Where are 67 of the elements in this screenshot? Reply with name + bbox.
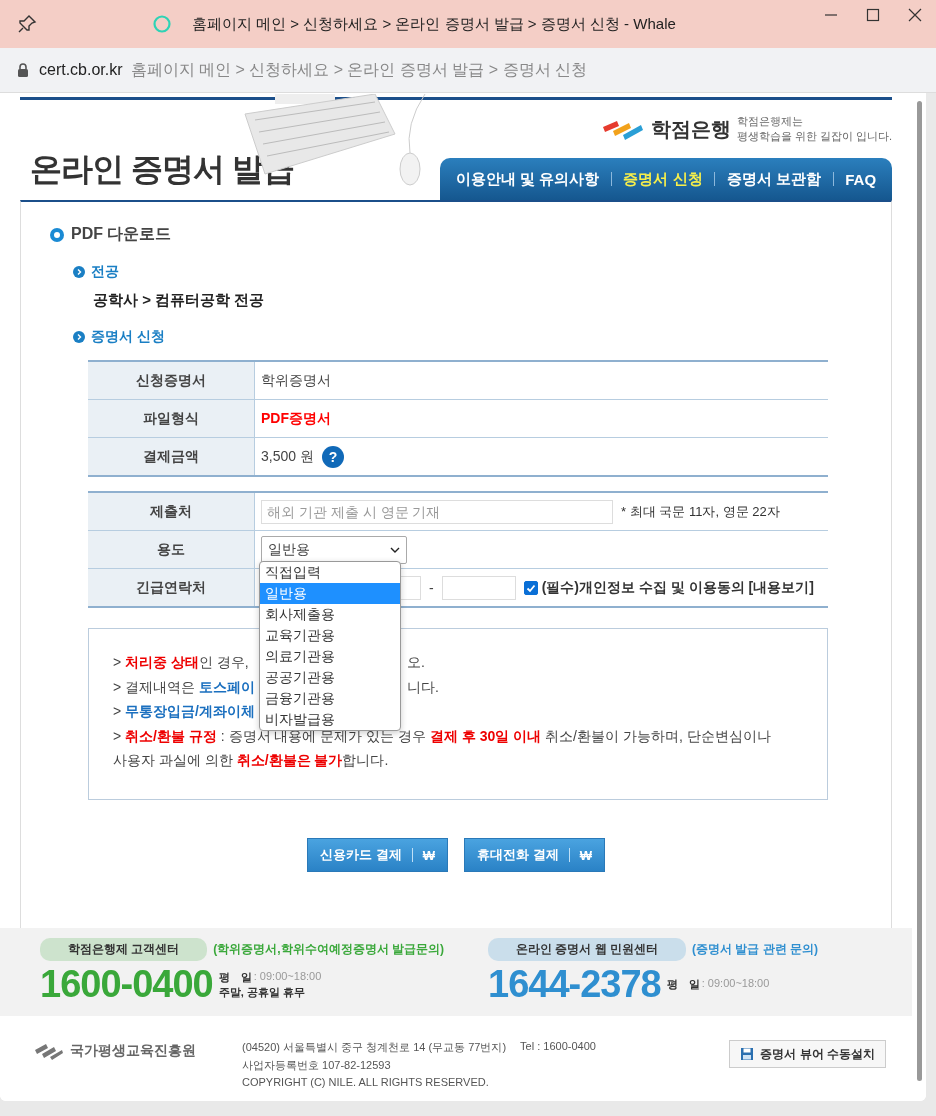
consent-checkbox[interactable] (523, 580, 538, 595)
center-note: (증명서 발급 관련 문의) (692, 941, 819, 958)
length-note: * 최대 국문 11자, 영문 22자 (621, 502, 780, 521)
org-logo-icon (34, 1042, 64, 1060)
address-text: (04520) 서울특별시 중구 청계천로 14 (무교동 77번지) (242, 1040, 507, 1055)
row-value: PDF증명서 (261, 409, 331, 428)
nav-tab[interactable]: FAQ (845, 170, 877, 188)
pin-icon[interactable] (17, 14, 37, 34)
url-domain[interactable]: cert.cb.or.kr (39, 61, 123, 79)
notice-text: 니다. (407, 677, 440, 697)
close-icon[interactable] (908, 8, 922, 22)
install-button[interactable]: 증명서 뷰어 수동설치 (729, 1040, 886, 1068)
recipient-field[interactable]: 해외 기관 제출 시 영문 기재 (261, 499, 613, 524)
chevron-bullet-icon (73, 266, 85, 278)
notice-text: > 결제내역은 토스페이 (113, 677, 255, 697)
loading-icon (152, 14, 172, 34)
phone-number: 1600-0400 (40, 963, 213, 1006)
dash-text: - (429, 579, 434, 596)
dropdown-option[interactable]: 금융기관용 (260, 688, 400, 709)
row-value: 학위증명서 (261, 371, 331, 390)
row-label: 신청증명서 (88, 361, 255, 400)
copyright-text: COPYRIGHT (C) NILE. ALL RIGHTS RESERVED. (242, 1076, 490, 1088)
dropdown-option[interactable]: 직접입력 (260, 562, 400, 583)
section-title: PDF 다운로드 (71, 224, 172, 244)
hours-text: : 09:00~18:00 (253, 969, 322, 984)
row-label: 파일형식 (88, 399, 255, 438)
center-name: 온라인 증명서 웹 민원센터 (488, 938, 687, 961)
tel-text: Tel : 1600-0400 (520, 1040, 596, 1054)
slogan-text: 평생학습을 위한 길잡이 입니다. (736, 129, 892, 144)
phone-number: 1644-2378 (488, 963, 661, 1006)
dropdown-option[interactable]: 회사제출용 (260, 604, 400, 625)
row-label: 긴급연락처 (88, 568, 255, 607)
row-label: 결제금액 (88, 437, 255, 476)
window-title: 홈페이지 메인 > 신청하세요 > 온라인 증명서 발급 > 증명서 신청 - Whale (192, 14, 676, 34)
row-label: 용도 (88, 530, 255, 569)
center-note: (학위증명서,학위수여예정증명서 발급문의) (213, 941, 444, 958)
maximize-icon[interactable] (866, 8, 880, 22)
dropdown-option[interactable]: 공공기관용 (260, 667, 400, 688)
phone-field[interactable] (441, 575, 516, 600)
row-label: 제출처 (88, 492, 255, 531)
dropdown-option[interactable]: 교육기관용 (260, 625, 400, 646)
lock-icon (17, 63, 29, 77)
subsection-heading: 증명서 신청 (91, 328, 165, 346)
closed-note: 주말, 공휴일 휴무 (218, 984, 306, 1000)
hours-label: 평 일 (218, 969, 252, 985)
bullet-icon (49, 226, 65, 243)
help-icon[interactable]: ? (321, 445, 344, 468)
dropdown-option[interactable]: 의료기관용 (260, 646, 400, 667)
notice-text: > 무통장입금/계좌이체 (113, 702, 255, 721)
notice-text: 오. (407, 653, 426, 672)
hours-text: : 09:00~18:00 (701, 977, 770, 991)
hours-label: 평 일 (666, 977, 700, 992)
nav-tab[interactable]: 증명서 신청 (623, 169, 703, 189)
logo-text: 학점은행 (650, 116, 731, 142)
notice-text: > 처리중 상태인 경우, (113, 653, 249, 672)
major-value: 공학사 > 컴퓨터공학 전공 (93, 291, 266, 310)
slogan-text: 학점은행제는 (736, 114, 804, 129)
nav-tab[interactable]: 증명서 보관함 (726, 169, 821, 189)
subsection-heading: 전공 (91, 263, 119, 281)
nav-tab[interactable]: 이용안내 및 유의사항 (455, 169, 600, 189)
consent-label[interactable]: (필수)개인정보 수집 및 이용동의 [내용보기] (541, 578, 814, 597)
row-value: 3,500 원 (261, 447, 314, 466)
center-name: 학점은행제 고객센터 (40, 938, 208, 961)
caret-icon (390, 546, 400, 553)
chevron-bullet-icon (73, 331, 85, 343)
org-name: 국가평생교육진흥원 (70, 1042, 196, 1060)
business-number: 사업자등록번호 107-82-12593 (242, 1058, 392, 1073)
